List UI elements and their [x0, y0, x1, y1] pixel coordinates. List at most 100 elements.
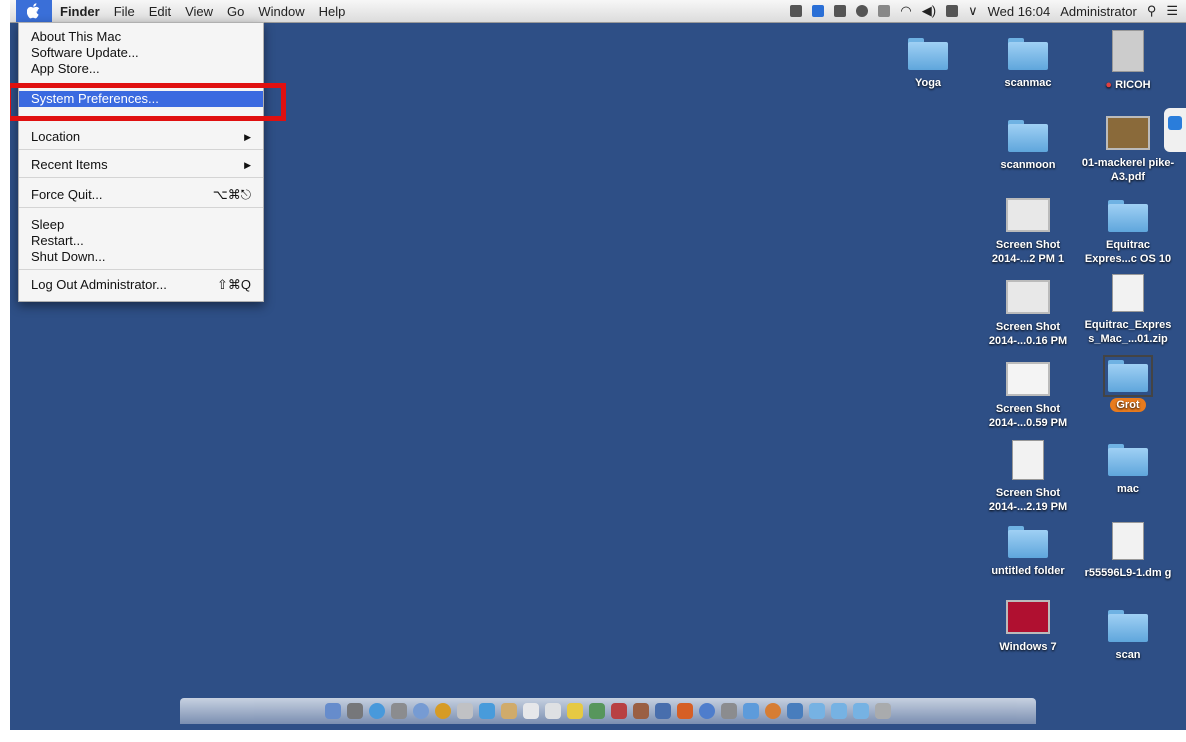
status-icon-3[interactable]: [834, 5, 847, 17]
trash-icon[interactable]: [875, 703, 891, 719]
zip-file-icon: [1112, 274, 1144, 312]
pdf-thumbnail-icon: [1106, 116, 1150, 150]
desktop-icon-mac[interactable]: mac: [1080, 444, 1176, 496]
menu-item-log-out[interactable]: Log Out Administrator... ⇧⌘Q: [19, 277, 263, 293]
menu-separator: [19, 269, 263, 270]
menu-item-software-update[interactable]: Software Update...: [19, 45, 263, 61]
dock-icon-app-store[interactable]: [699, 703, 715, 719]
dock-icon-vlc[interactable]: [677, 703, 693, 719]
volume-icon[interactable]: ◀): [922, 3, 936, 19]
menu-item-restart[interactable]: Restart...: [19, 233, 263, 249]
apple-icon: [27, 3, 40, 19]
annotation-highlight-box: [10, 83, 286, 121]
desktop-icon-scanmac[interactable]: scanmac: [980, 38, 1076, 90]
desktop-icon-dmg[interactable]: r55596L9-1.dm g: [1080, 522, 1176, 580]
menu-item-location[interactable]: Location ▶: [19, 129, 263, 145]
menu-edit[interactable]: Edit: [149, 4, 171, 19]
dock-icon-calendar[interactable]: [523, 703, 539, 719]
desktop-icon-yoga[interactable]: Yoga: [880, 38, 976, 90]
apple-menu-button[interactable]: [16, 0, 52, 22]
log-out-shortcut: ⇧⌘Q: [216, 277, 251, 292]
desktop[interactable]: Finder File Edit View Go Window Help ◠ ◀…: [10, 0, 1186, 730]
notification-center-icon[interactable]: ☰: [1166, 3, 1178, 19]
screenshot-thumbnail-icon: [1006, 198, 1050, 232]
menu-separator: [19, 149, 263, 150]
menu-item-app-store[interactable]: App Store...: [19, 61, 263, 77]
dock-icon-preview[interactable]: [721, 703, 737, 719]
disk-icon: [1112, 30, 1144, 72]
folder-icon: [1108, 444, 1148, 476]
dock-icon-maps[interactable]: [589, 703, 605, 719]
dock-icon-documents-folder[interactable]: [831, 703, 847, 719]
dock-icon-vmware[interactable]: [765, 703, 781, 719]
desktop-icon-screenshot-1[interactable]: Screen Shot 2014-...2 PM 1: [980, 198, 1076, 266]
folder-icon: [1108, 200, 1148, 232]
status-icon-2[interactable]: [812, 5, 825, 17]
dock-icon-downloads-folder[interactable]: [853, 703, 869, 719]
menu-item-force-quit[interactable]: Force Quit... ⌥⌘⎋: [19, 187, 263, 203]
dock-icon-finder[interactable]: [325, 703, 341, 719]
dock-icon-help[interactable]: [413, 703, 429, 719]
dock-icon-notes[interactable]: [545, 703, 561, 719]
dock: [180, 698, 1036, 724]
desktop-icon-equitrac[interactable]: Equitrac Expres...c OS 10: [1080, 200, 1176, 266]
clock[interactable]: Wed 16:04: [988, 4, 1051, 19]
dock-icon-contacts[interactable]: [501, 703, 517, 719]
dock-icon-applications-folder[interactable]: [809, 703, 825, 719]
wifi-icon[interactable]: ◠: [900, 3, 911, 19]
dock-icon-books[interactable]: [633, 703, 649, 719]
menu-help[interactable]: Help: [319, 4, 346, 19]
desktop-icon-windows7[interactable]: Windows 7: [980, 600, 1076, 654]
dock-icon-stickies[interactable]: [567, 703, 583, 719]
dock-icon-itunes[interactable]: [655, 703, 671, 719]
desktop-icon-scan[interactable]: scan: [1080, 610, 1176, 662]
menu-window[interactable]: Window: [258, 4, 304, 19]
menu-view[interactable]: View: [185, 4, 213, 19]
screenshot-thumbnail-icon: [1012, 440, 1044, 480]
folder-icon: [1108, 610, 1148, 642]
desktop-icon-screenshot-2[interactable]: Screen Shot 2014-...0.16 PM: [980, 280, 1076, 348]
menu-separator: [19, 177, 263, 178]
status-icon-4[interactable]: [946, 5, 959, 17]
bluetooth-icon[interactable]: [878, 5, 891, 17]
teamviewer-side-tab[interactable]: [1164, 108, 1186, 152]
vm-thumbnail-icon: [1006, 600, 1050, 634]
status-icon-1[interactable]: [790, 5, 803, 17]
folder-icon: [1008, 526, 1048, 558]
menu-bar: Finder File Edit View Go Window Help ◠ ◀…: [10, 0, 1186, 23]
menu-finder[interactable]: Finder: [60, 4, 100, 19]
menu-item-about[interactable]: About This Mac: [19, 29, 263, 45]
dock-icon-chrome[interactable]: [435, 703, 451, 719]
desktop-icon-scanmoon[interactable]: scanmoon: [980, 120, 1076, 172]
desktop-icon-mackerel-pdf[interactable]: 01-mackerel pike-A3.pdf: [1080, 116, 1176, 184]
dock-icon-mail[interactable]: [457, 703, 473, 719]
dock-icon-skype[interactable]: [743, 703, 759, 719]
time-machine-icon[interactable]: [856, 5, 869, 17]
folder-icon: [1008, 38, 1048, 70]
dock-icon-launchpad[interactable]: [347, 703, 363, 719]
screenshot-thumbnail-icon: [1006, 280, 1050, 314]
menu-item-recent-items[interactable]: Recent Items ▶: [19, 157, 263, 173]
menu-go[interactable]: Go: [227, 4, 244, 19]
desktop-icon-equitrac-zip[interactable]: Equitrac_Expres s_Mac_...01.zip: [1080, 274, 1176, 346]
desktop-icon-screenshot-3[interactable]: Screen Shot 2014-...0.59 PM: [980, 362, 1076, 430]
desktop-icon-grot[interactable]: Grot: [1080, 355, 1176, 412]
search-icon[interactable]: ⚲: [1147, 3, 1157, 19]
folder-icon: [1103, 355, 1153, 397]
desktop-icon-untitled-folder[interactable]: untitled folder: [980, 526, 1076, 578]
dock-icon-settings[interactable]: [391, 703, 407, 719]
chevron-down-icon[interactable]: ∨: [968, 3, 978, 19]
menu-item-shut-down[interactable]: Shut Down...: [19, 249, 263, 265]
dock-icon-photobooth[interactable]: [611, 703, 627, 719]
desktop-icon-screenshot-4[interactable]: Screen Shot 2014-...2.19 PM: [980, 440, 1076, 514]
folder-icon: [1008, 120, 1048, 152]
menu-item-sleep[interactable]: Sleep: [19, 217, 263, 233]
menu-file[interactable]: File: [114, 4, 135, 19]
submenu-arrow-icon: ▶: [244, 160, 251, 170]
desktop-icon-ricoh[interactable]: ● RICOH: [1080, 30, 1176, 92]
dock-icon-teamviewer[interactable]: [787, 703, 803, 719]
dock-icon-messages[interactable]: [479, 703, 495, 719]
dock-icon-safari[interactable]: [369, 703, 385, 719]
folder-icon: [908, 38, 948, 70]
user-menu[interactable]: Administrator: [1060, 4, 1137, 19]
